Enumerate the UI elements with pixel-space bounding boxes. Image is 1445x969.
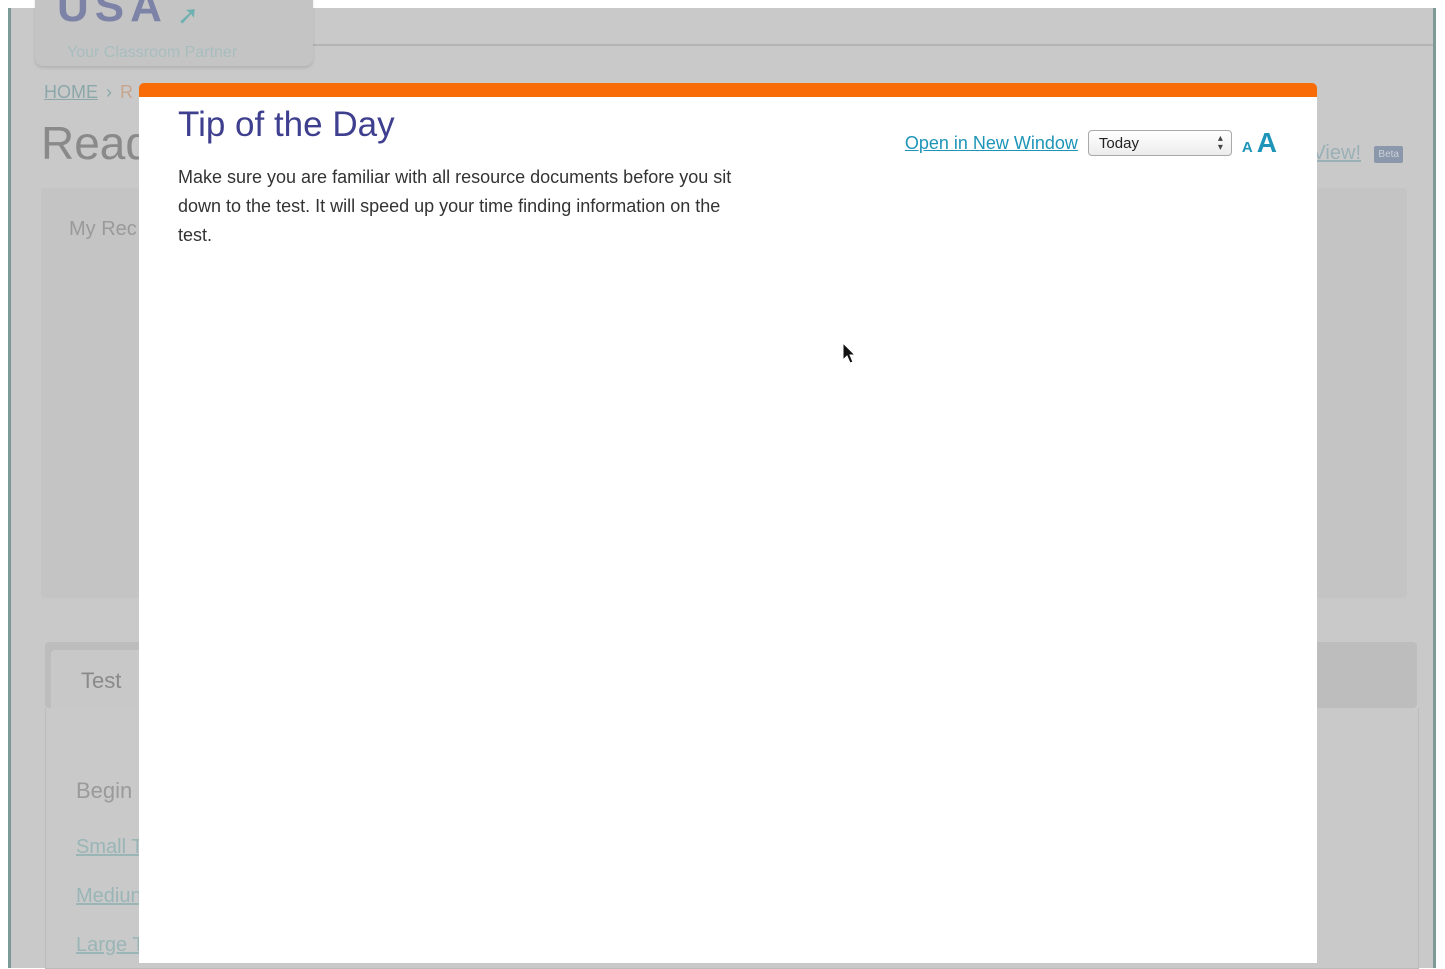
- view-link[interactable]: View!: [1312, 142, 1361, 165]
- logo-mark: USA: [57, 0, 168, 31]
- medium-test-link[interactable]: Mediun: [76, 885, 142, 908]
- breadcrumb: HOME › R: [44, 82, 133, 103]
- begin-label: Begin: [76, 778, 133, 803]
- large-test-link[interactable]: Large T: [76, 934, 145, 957]
- logo-cursor-icon: ➚: [177, 0, 199, 30]
- modal-title: Tip of the Day: [178, 105, 395, 144]
- header-divider: [311, 44, 1433, 46]
- select-arrows-icon: ▴ ▾: [1217, 133, 1223, 153]
- breadcrumb-separator: ›: [106, 82, 112, 102]
- decrease-font-button[interactable]: A: [1242, 139, 1253, 156]
- panel-label: My Rec: [69, 218, 137, 240]
- mouse-pointer-icon: [842, 342, 857, 364]
- day-select[interactable]: Today ▴ ▾: [1087, 130, 1232, 156]
- small-test-link[interactable]: Small T: [76, 836, 143, 859]
- breadcrumb-current[interactable]: R: [120, 82, 133, 102]
- increase-font-button[interactable]: A: [1257, 127, 1277, 159]
- logo-tagline: Your Classroom Partner: [67, 44, 238, 61]
- tip-text: Make sure you are familiar with all reso…: [178, 167, 732, 245]
- tab-test-label: Test: [81, 668, 122, 693]
- logo[interactable]: USA ➚ Your Classroom Partner: [35, 0, 313, 66]
- tip-of-the-day-modal: Tip of the Day Make sure you are familia…: [139, 83, 1317, 963]
- page-title: Read: [41, 117, 151, 169]
- day-select-value: Today: [1098, 135, 1139, 152]
- beta-badge: Beta: [1374, 146, 1403, 163]
- modal-controls: Open in New Window Today ▴ ▾ A A: [905, 127, 1277, 159]
- breadcrumb-home-link[interactable]: HOME: [44, 82, 98, 102]
- open-in-new-window-link[interactable]: Open in New Window: [905, 133, 1078, 154]
